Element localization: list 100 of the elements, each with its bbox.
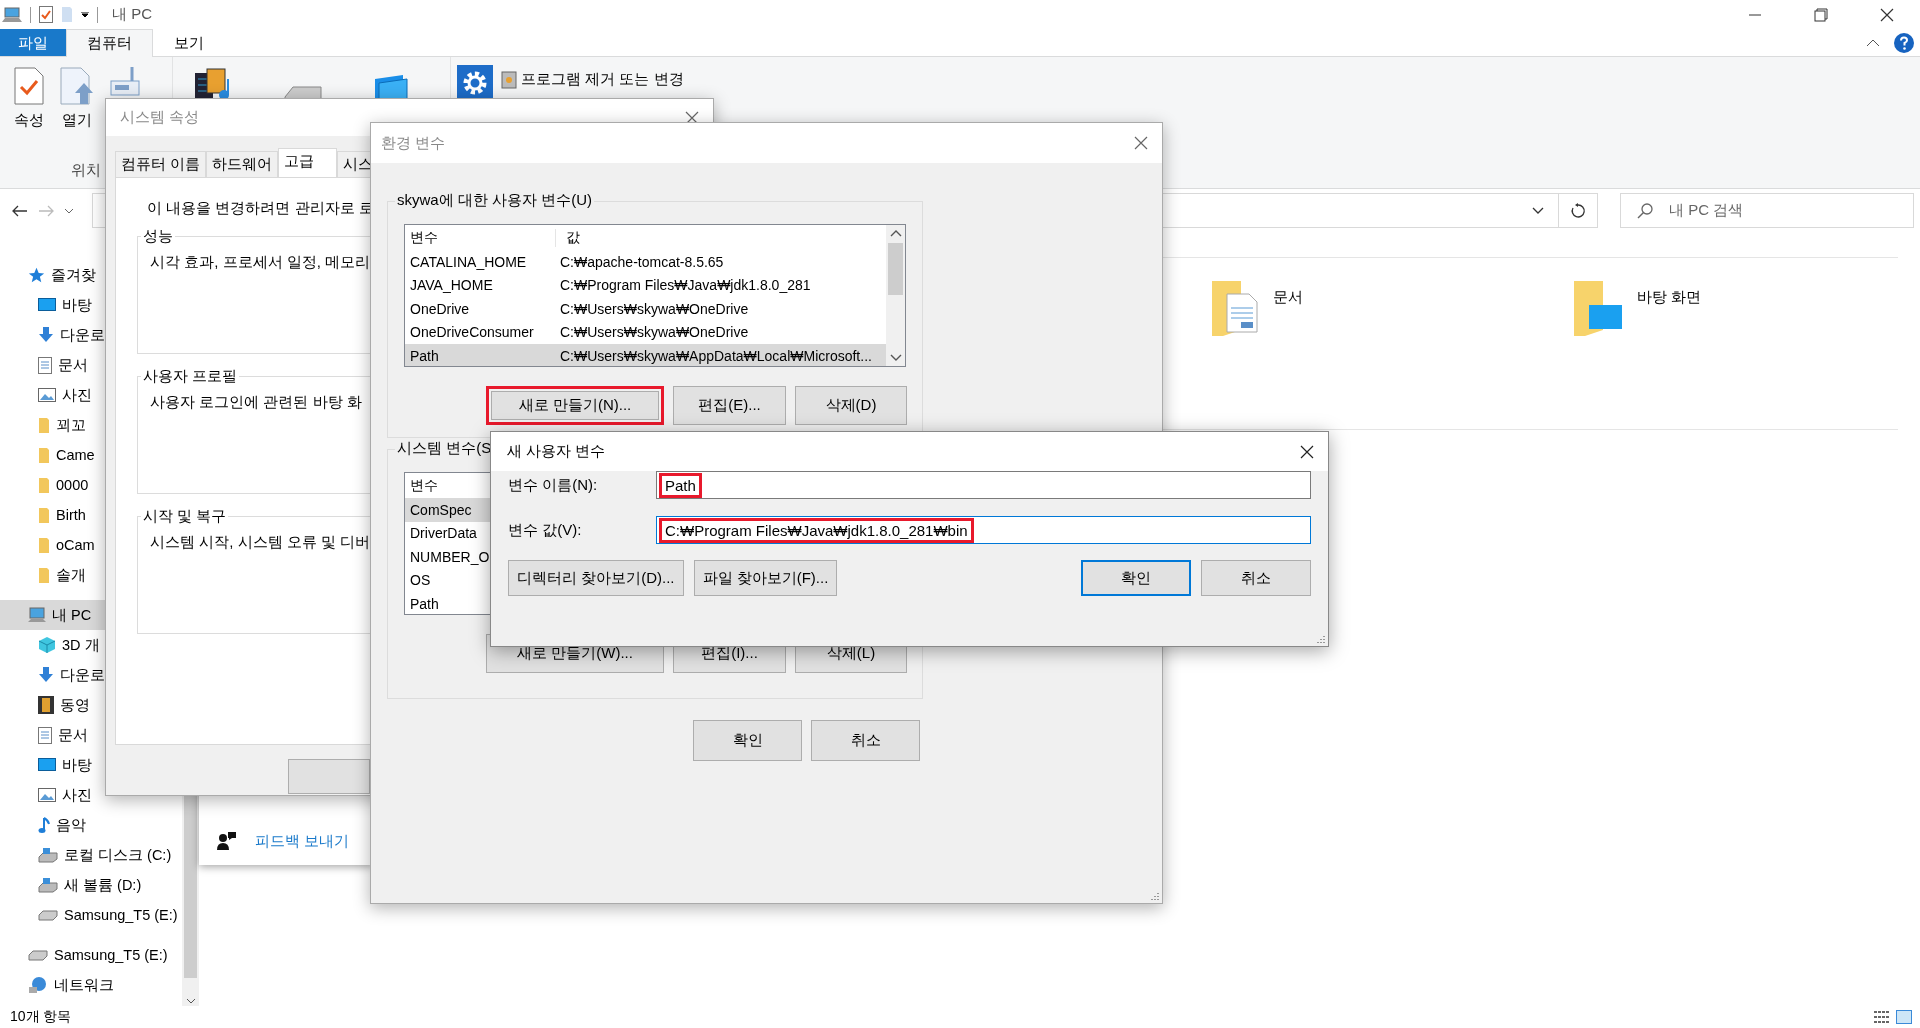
dialog-button[interactable]: 취소 [811, 720, 920, 761]
sidebar-item[interactable]: 바탕 [0, 750, 182, 780]
ribbon-button[interactable]: 속성 [14, 67, 44, 130]
group-description: 시스템 시작, 시스템 오류 및 디버 [150, 533, 370, 550]
help-icon[interactable] [1894, 32, 1914, 53]
chevron-up-icon[interactable] [1866, 38, 1880, 47]
dialog-button[interactable]: 디렉터리 찾아보기(D)... [508, 560, 684, 596]
close-icon[interactable] [1300, 444, 1314, 459]
group-description: 시각 효과, 프로세서 일정, 메모리 [150, 253, 370, 270]
file-menu-tab[interactable]: 파일 [0, 29, 66, 56]
details-view-icon[interactable] [1874, 1010, 1890, 1024]
dialog-button[interactable]: 새로 만들기(N)... [486, 386, 664, 425]
folder-icon [38, 566, 50, 584]
sidebar-item[interactable]: 음악 [0, 810, 182, 840]
folder-item[interactable]: 문서 [1211, 280, 1303, 336]
sidebar-item[interactable]: 3D 개 [0, 630, 182, 660]
folder-icon [38, 476, 50, 494]
sidebar-item[interactable]: 새 볼륨 (D:) [0, 870, 182, 900]
search-field[interactable]: 내 PC 검색 [1620, 193, 1914, 228]
sidebar-item[interactable]: 로컬 디스크 (C:) [0, 840, 182, 870]
ribbon-tab[interactable]: 컴퓨터 [66, 29, 153, 57]
sidebar-item[interactable]: Samsung_T5 (E:) [0, 940, 182, 970]
resize-grip-icon[interactable] [1316, 634, 1326, 644]
checked-document-icon[interactable] [39, 6, 53, 23]
column-header[interactable]: 값 [561, 228, 580, 247]
sidebar-item[interactable]: 동영 [0, 690, 182, 720]
sidebar-item[interactable]: 꾀꼬 [0, 410, 182, 440]
group-title: 성능 [141, 227, 175, 246]
scrollbar[interactable] [886, 225, 905, 366]
list-row[interactable]: OneDrive C:₩Users₩skywa₩OneDrive [405, 297, 886, 321]
folder-icon [38, 536, 50, 554]
dialog-title: 환경 변수 [381, 133, 446, 153]
sidebar-item[interactable]: 0000 [0, 470, 182, 500]
dialog-button[interactable]: 파일 찾아보기(F)... [693, 560, 838, 596]
dialog-button[interactable]: 취소 [1201, 560, 1311, 596]
chevron-down-icon[interactable] [185, 998, 196, 1004]
ribbon-tab[interactable]: 보기 [153, 29, 225, 56]
list-row[interactable]: OneDriveConsumer C:₩Users₩skywa₩OneDrive [405, 320, 886, 344]
network-icon [28, 976, 48, 994]
film-icon [38, 696, 54, 714]
uninstall-program-link[interactable]: 프로그램 제거 또는 변경 [501, 69, 684, 89]
sidebar-item[interactable]: 사진 [0, 780, 182, 810]
back-arrow-icon[interactable] [12, 204, 28, 217]
feedback-link[interactable]: 피드백 보내기 [217, 831, 350, 851]
sidebar-item[interactable]: 바탕 [0, 290, 182, 320]
close-icon[interactable] [1880, 7, 1894, 22]
large-icons-view-icon[interactable] [1896, 1010, 1912, 1024]
list-row[interactable]: JAVA_HOME C:₩Program Files₩Java₩jdk1.8.0_281 [405, 273, 886, 297]
down-arrow-icon [38, 667, 54, 683]
variable-list[interactable] [404, 224, 906, 367]
list-row[interactable]: Path C:₩Users₩skywa₩AppData₩Local₩Microsoft... [405, 344, 886, 366]
sidebar-item[interactable]: 문서 [0, 720, 182, 750]
dialog-button[interactable]: 확인 [693, 720, 802, 761]
group-title: 시작 및 복구 [141, 507, 229, 526]
sidebar-item[interactable]: 네트워크 [0, 970, 182, 1000]
input-field[interactable]: C:₩Program Files₩Java₩jdk1.8.0_281₩bin [656, 516, 1311, 544]
drive-icon [38, 877, 58, 893]
chevron-down-icon[interactable] [889, 354, 902, 362]
picture-icon [38, 788, 56, 802]
chevron-down-icon[interactable] [64, 207, 74, 214]
settings-icon[interactable] [457, 65, 493, 101]
tab[interactable]: 고급 [278, 148, 338, 178]
desktop-icon [38, 298, 56, 312]
dialog-button[interactable]: 삭제(D) [795, 386, 907, 425]
group-description: 사용자 로그인에 관련된 바탕 화 [150, 393, 362, 410]
sidebar-item[interactable]: Samsung_T5 (E:) [0, 900, 182, 930]
group-title: skywa에 대한 사용자 변수(U) [395, 191, 594, 210]
drive-icon [28, 949, 48, 961]
documents-folder-icon [1211, 280, 1259, 336]
input-field[interactable]: Path [656, 471, 1311, 499]
refresh-icon[interactable] [1570, 202, 1586, 219]
sidebar-item[interactable]: 다운로 [0, 660, 182, 690]
folder-icon [38, 506, 50, 524]
picture-icon [38, 388, 56, 402]
music-note-icon [38, 816, 50, 834]
sidebar-item[interactable]: 솔개 [0, 560, 182, 590]
search-icon [1637, 202, 1653, 219]
tab[interactable]: 하드웨어 [206, 151, 279, 177]
sidebar-item[interactable]: Came [0, 440, 182, 470]
folder-item[interactable]: 바탕 화면 [1573, 280, 1702, 336]
window-title: 내 PC [112, 5, 152, 24]
ribbon-button[interactable]: 열기 [60, 67, 94, 130]
tab[interactable]: 컴퓨터 이름 [115, 151, 207, 177]
dialog-button[interactable]: 편집(E)... [673, 386, 786, 425]
sidebar-item[interactable]: 다운로 [0, 320, 182, 350]
dialog-title: 시스템 속성 [120, 108, 200, 127]
column-header[interactable]: 변수 [410, 228, 556, 247]
group-label: 위치 [71, 161, 101, 180]
computer-icon[interactable] [2, 6, 22, 23]
close-icon[interactable] [685, 110, 699, 125]
dialog-button[interactable]: 확인 [1081, 560, 1191, 596]
list-row[interactable]: CATALINA_HOME C:₩apache-tomcat-8.5.65 [405, 250, 886, 274]
caret-icon[interactable] [81, 11, 89, 18]
restore-icon[interactable] [1814, 7, 1828, 22]
chevron-up-icon[interactable] [889, 229, 902, 237]
resize-grip-icon[interactable] [1150, 891, 1160, 901]
document-icon [38, 726, 52, 744]
computer-icon [28, 607, 46, 623]
folder-icon [38, 416, 50, 434]
field-label: 변수 값(V): [508, 520, 583, 540]
